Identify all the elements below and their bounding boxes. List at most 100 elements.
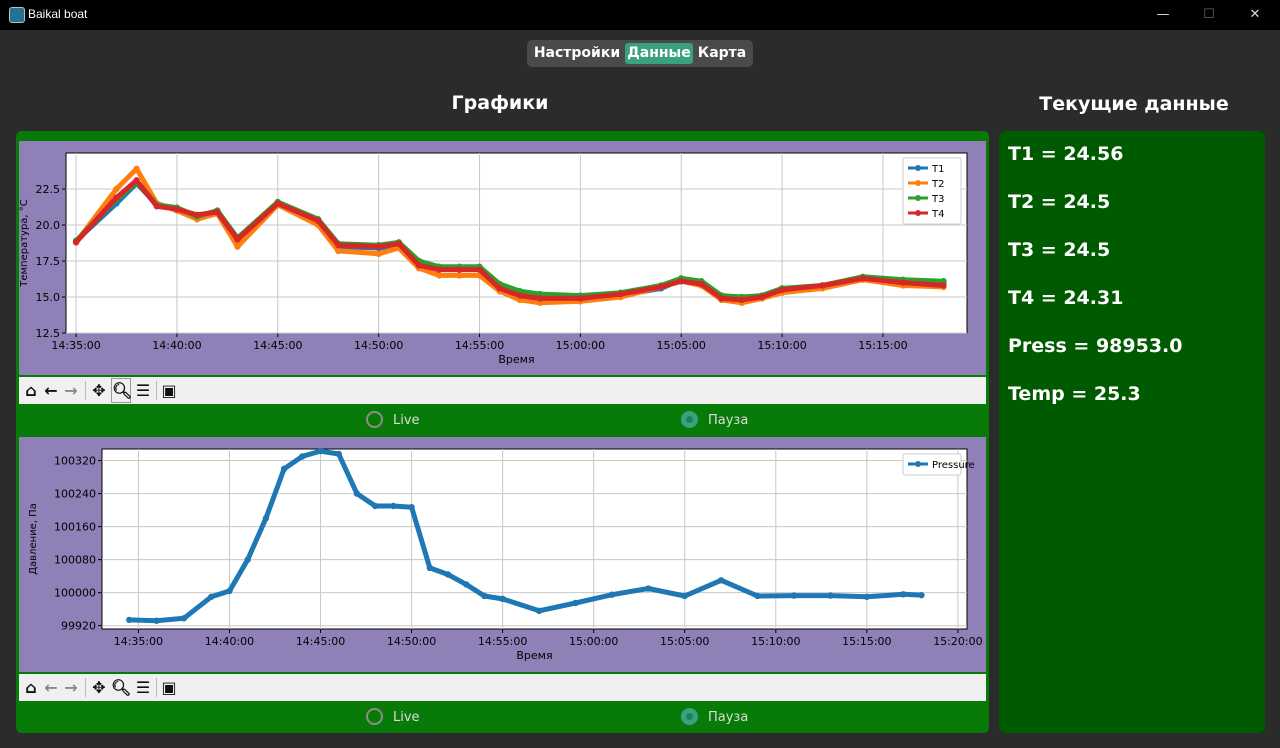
data-point-t4 [899,279,907,286]
data-point-t4 [335,241,342,249]
legend-marker [915,210,921,216]
close-button[interactable]: ✕ [1232,0,1278,30]
pan-icon[interactable]: ✥ [89,674,109,701]
x-tick-label: 15:00:00 [569,635,618,648]
data-point-pressure [353,490,361,497]
temperature-chart-toolbar: ⌂ ← → ✥ 🔍︎ ☰ ▣ [19,377,986,404]
data-point-pressure [426,564,433,572]
data-point-t4 [476,266,483,273]
y-tick-label: 20.0 [36,219,61,232]
data-point-t4 [456,266,463,273]
data-point-pressure [572,599,579,607]
x-tick-label: 14:35:00 [114,635,163,648]
data-point-pressure [918,591,925,599]
data-point-t4 [435,266,443,273]
data-point-pressure [827,592,834,599]
live-radio-bottom[interactable] [366,708,383,725]
x-axis-label: Время [516,649,552,662]
home-icon[interactable]: ⌂ [21,674,41,701]
y-tick-label: 22.5 [36,183,61,196]
data-point-t2 [375,250,382,257]
reading-t1: T1 = 24.56 [1008,143,1124,165]
data-point-t4 [718,295,725,302]
data-point-pressure [754,592,761,600]
x-tick-label: 14:50:00 [387,635,436,648]
app-logo-icon [9,7,25,23]
configure-icon[interactable]: ☰ [133,377,153,404]
data-point-pressure [280,465,288,473]
data-point-pressure [408,504,415,511]
x-tick-label: 15:15:00 [842,635,891,648]
tab-data[interactable]: Данные [625,43,693,64]
data-point-t4 [758,293,766,301]
forward-arrow-icon[interactable]: → [61,377,81,404]
legend-label: T3 [931,194,944,205]
pause-radio-bottom[interactable] [681,708,698,725]
data-point-t4 [415,262,423,269]
pressure-chart-toolbar: ⌂ ← → ✥ 🔍︎ ☰ ▣ [19,674,986,701]
zoom-icon[interactable]: 🔍︎ [111,674,131,701]
toolbar-separator [85,381,86,400]
pressure-plot-area: 14:35:00 14:40:00 14:45:00 14:50:00 14:55:00… [19,437,986,672]
data-point-t4 [657,283,665,291]
title-bar: Baikal boat — ☐ ✕ [0,0,1280,30]
y-axis-label: Давление, Па [28,503,39,575]
charts-title: Графики [451,92,549,114]
data-point-t4 [375,243,382,250]
live-radio-top[interactable] [366,411,383,428]
pan-icon[interactable]: ✥ [89,377,109,404]
window-title: Baikal boat [28,7,88,21]
y-tick-label: 12.5 [36,327,61,340]
y-axis-label: Температура, °С [19,199,30,288]
pause-radio-top[interactable] [681,411,698,428]
forward-arrow-icon[interactable]: → [61,674,81,701]
data-point-t4 [214,208,221,216]
data-point-t2 [113,185,120,193]
back-arrow-icon[interactable]: ← [41,674,61,701]
data-point-t4 [133,177,140,184]
zoom-icon[interactable]: 🔍︎ [111,378,132,403]
data-point-pressure [444,571,452,578]
x-tick-label: 15:20:00 [933,635,982,648]
reading-t4: T4 = 24.31 [1008,287,1124,309]
data-point-t4 [173,205,181,213]
tab-map[interactable]: Карта [695,43,749,64]
x-tick-label: 14:55:00 [455,339,504,352]
home-icon[interactable]: ⌂ [21,377,41,404]
y-tick-label: 15.0 [36,291,61,304]
minimize-button[interactable]: — [1140,0,1186,30]
data-point-t2 [456,272,463,279]
data-point-pressure [299,453,306,460]
save-icon[interactable]: ▣ [159,674,179,701]
data-point-t2 [435,272,443,279]
live-label-top: Live [393,413,420,428]
data-point-pressure [717,577,725,584]
data-point-t4 [113,194,120,201]
legend-label: Pressure [932,460,975,471]
pressure-chart[interactable]: 14:35:00 14:40:00 14:45:00 14:50:00 14:55:00… [19,437,986,672]
data-point-t4 [819,282,826,289]
temperature-chart[interactable]: 14:35:00 14:40:00 14:45:00 14:50:00 14:55:00… [19,141,986,375]
data-point-pressure [645,585,652,592]
data-point-t4 [577,295,584,302]
data-point-pressure [208,593,215,600]
data-point-t4 [738,296,745,304]
save-icon[interactable]: ▣ [159,377,179,404]
data-point-t4 [234,236,241,243]
y-tick-label: 100080 [54,554,96,567]
data-point-t4 [496,285,503,292]
configure-icon[interactable]: ☰ [133,674,153,701]
reading-t2: T2 = 24.5 [1008,191,1111,213]
pause-label-bottom: Пауза [708,710,749,725]
x-tick-label: 15:00:00 [556,339,605,352]
maximize-button[interactable]: ☐ [1186,0,1232,30]
plot-frame [101,448,968,630]
data-point-pressure [481,592,488,600]
legend-marker [915,461,921,467]
back-arrow-icon[interactable]: ← [41,377,61,404]
data-point-t4 [940,282,947,289]
y-tick-label: 100320 [54,455,96,468]
legend-label: T4 [931,209,944,220]
tab-settings[interactable]: Настройки [531,43,623,64]
data-point-pressure [863,593,871,600]
